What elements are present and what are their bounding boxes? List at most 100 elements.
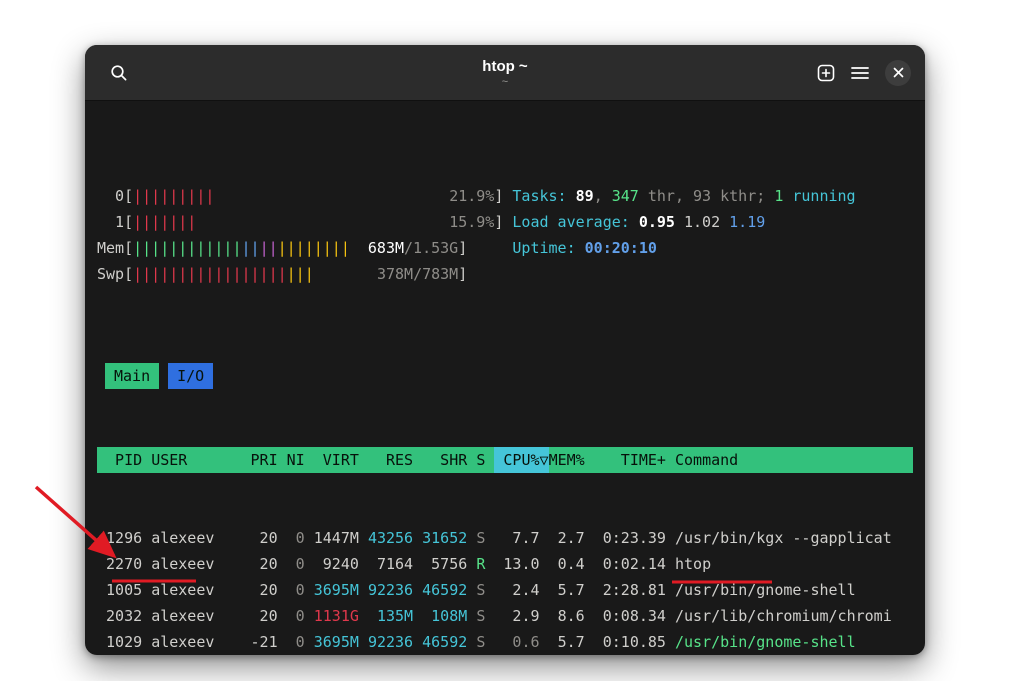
meter-value: 378M/783M [377,261,458,287]
meter-value: 15.9% [449,209,494,235]
cell-ni: 0 [287,525,314,551]
cell-virt: 1131G [314,603,368,629]
meter-value: 21.9% [449,183,494,209]
cell-time: 2:28.81 [594,577,675,603]
cell-pri: 20 [251,525,287,551]
meter-swp: Swp[||||||||||||||||||||378M/783M] [97,261,512,287]
search-button[interactable] [109,63,129,83]
cell-cpu: 7.7 [494,525,548,551]
cell-mem: 0.4 [549,551,594,577]
tab-io[interactable]: I/O [168,363,213,389]
cell-s: S [476,629,494,655]
close-icon [893,67,904,78]
col-header-s[interactable]: S [476,447,494,473]
cell-user: alexeev [151,551,250,577]
cell-pid: 2032 [97,603,151,629]
cell-time: 0:08.34 [594,603,675,629]
process-row-2032[interactable]: 2032 alexeev 20 0 1131G 135M 108M S 2.9 … [97,603,913,629]
cell-pid: 2270 [97,551,151,577]
sysinfo-line-0: Tasks: 89, 347 thr, 93 kthr; 1 running [512,183,913,209]
screen-tabs: Main I/O [97,363,913,389]
cell-user: alexeev [151,577,250,603]
cell-pri: 20 [251,551,287,577]
process-row-2270[interactable]: 2270 alexeev 20 0 9240 7164 5756 R 13.0 … [97,551,913,577]
cell-res: 43256 [368,525,422,551]
col-header-mem[interactable]: MEM% [549,447,594,473]
search-icon [109,63,129,83]
cell-cpu: 2.9 [494,603,548,629]
cell-cmd: /usr/lib/chromium/chromi [675,603,913,629]
col-header-pri[interactable]: PRI [251,447,287,473]
cell-s: S [476,603,494,629]
cell-ni: 0 [287,551,314,577]
window-title-area: htop ~ ~ [229,58,781,88]
titlebar: htop ~ ~ [85,45,925,101]
cell-time: 0:02.14 [594,551,675,577]
cell-virt: 1447M [314,525,368,551]
new-tab-button[interactable] [817,64,835,82]
cell-virt: 9240 [314,551,368,577]
meter-mem: Mem[||||||||||||||||||||||||683M/1.53G] [97,235,512,261]
cell-mem: 5.7 [549,629,594,655]
hamburger-menu-icon [851,66,869,80]
cell-time: 0:23.39 [594,525,675,551]
col-header-cmd[interactable]: Command [675,447,913,473]
cell-pri: -21 [251,629,287,655]
cell-pid: 1029 [97,629,151,655]
menu-button[interactable] [851,66,869,80]
cell-user: alexeev [151,603,250,629]
cell-user: alexeev [151,525,250,551]
meter-cpu1: 1[|||||||15.9%] [97,209,512,235]
cell-s: R [476,551,494,577]
meters-column: 0[|||||||||21.9%] 1[|||||||15.9%]Mem[|||… [97,183,512,287]
cell-shr: 5756 [422,551,476,577]
tab-main[interactable]: Main [105,363,159,389]
col-header-user[interactable]: USER [151,447,250,473]
col-header-pid[interactable]: PID [97,447,151,473]
new-tab-icon [817,64,835,82]
cell-pri: 20 [251,603,287,629]
col-header-virt[interactable]: VIRT [314,447,368,473]
window-title: htop ~ [482,58,527,76]
meter-cpu0: 0[|||||||||21.9%] [97,183,512,209]
process-row-1296[interactable]: 1296 alexeev 20 0 1447M 43256 31652 S 7.… [97,525,913,551]
htop-terminal: 0[|||||||||21.9%] 1[|||||||15.9%]Mem[|||… [85,101,925,655]
process-row-1005[interactable]: 1005 alexeev 20 0 3695M 92236 46592 S 2.… [97,577,913,603]
cell-shr: 46592 [422,577,476,603]
cell-s: S [476,577,494,603]
cell-cpu: 2.4 [494,577,548,603]
meter-bars: |||||||||||||||||||| [133,261,314,287]
table-header: PID USER PRI NI VIRT RES SHR S CPU%▽MEM%… [97,447,913,473]
col-header-res[interactable]: RES [368,447,422,473]
cell-res: 92236 [368,629,422,655]
meters-area: 0[|||||||||21.9%] 1[|||||||15.9%]Mem[|||… [97,183,913,287]
cell-virt: 3695M [314,629,368,655]
cell-ni: 0 [287,577,314,603]
cell-cmd: /usr/bin/gnome-shell [675,629,913,655]
cell-shr: 31652 [422,525,476,551]
col-header-time[interactable]: TIME+ [594,447,675,473]
cell-res: 92236 [368,577,422,603]
cell-mem: 5.7 [549,577,594,603]
close-button[interactable] [885,60,911,86]
cell-ni: 0 [287,629,314,655]
cell-user: alexeev [151,629,250,655]
cell-time: 0:10.85 [594,629,675,655]
col-header-cpu[interactable]: CPU%▽ [494,447,548,473]
cell-ni: 0 [287,603,314,629]
sysinfo-column: Tasks: 89, 347 thr, 93 kthr; 1 runningLo… [512,183,913,287]
window-subtitle: ~ [502,76,508,88]
process-row-1029[interactable]: 1029 alexeev -21 0 3695M 92236 46592 S 0… [97,629,913,655]
cell-pid: 1296 [97,525,151,551]
col-header-ni[interactable]: NI [287,447,314,473]
console-window: htop ~ ~ [85,45,925,655]
cell-mem: 8.6 [549,603,594,629]
col-header-shr[interactable]: SHR [422,447,476,473]
cell-cmd: /usr/bin/gnome-shell [675,577,913,603]
cell-pid: 1005 [97,577,151,603]
cell-cmd: htop [675,551,913,577]
cell-cmd: /usr/bin/kgx --gapplicat [675,525,913,551]
meter-bars: ||||||| [133,209,196,235]
cell-res: 135M [368,603,422,629]
meter-bars: |||||||||||||||||||||||| [133,235,350,261]
